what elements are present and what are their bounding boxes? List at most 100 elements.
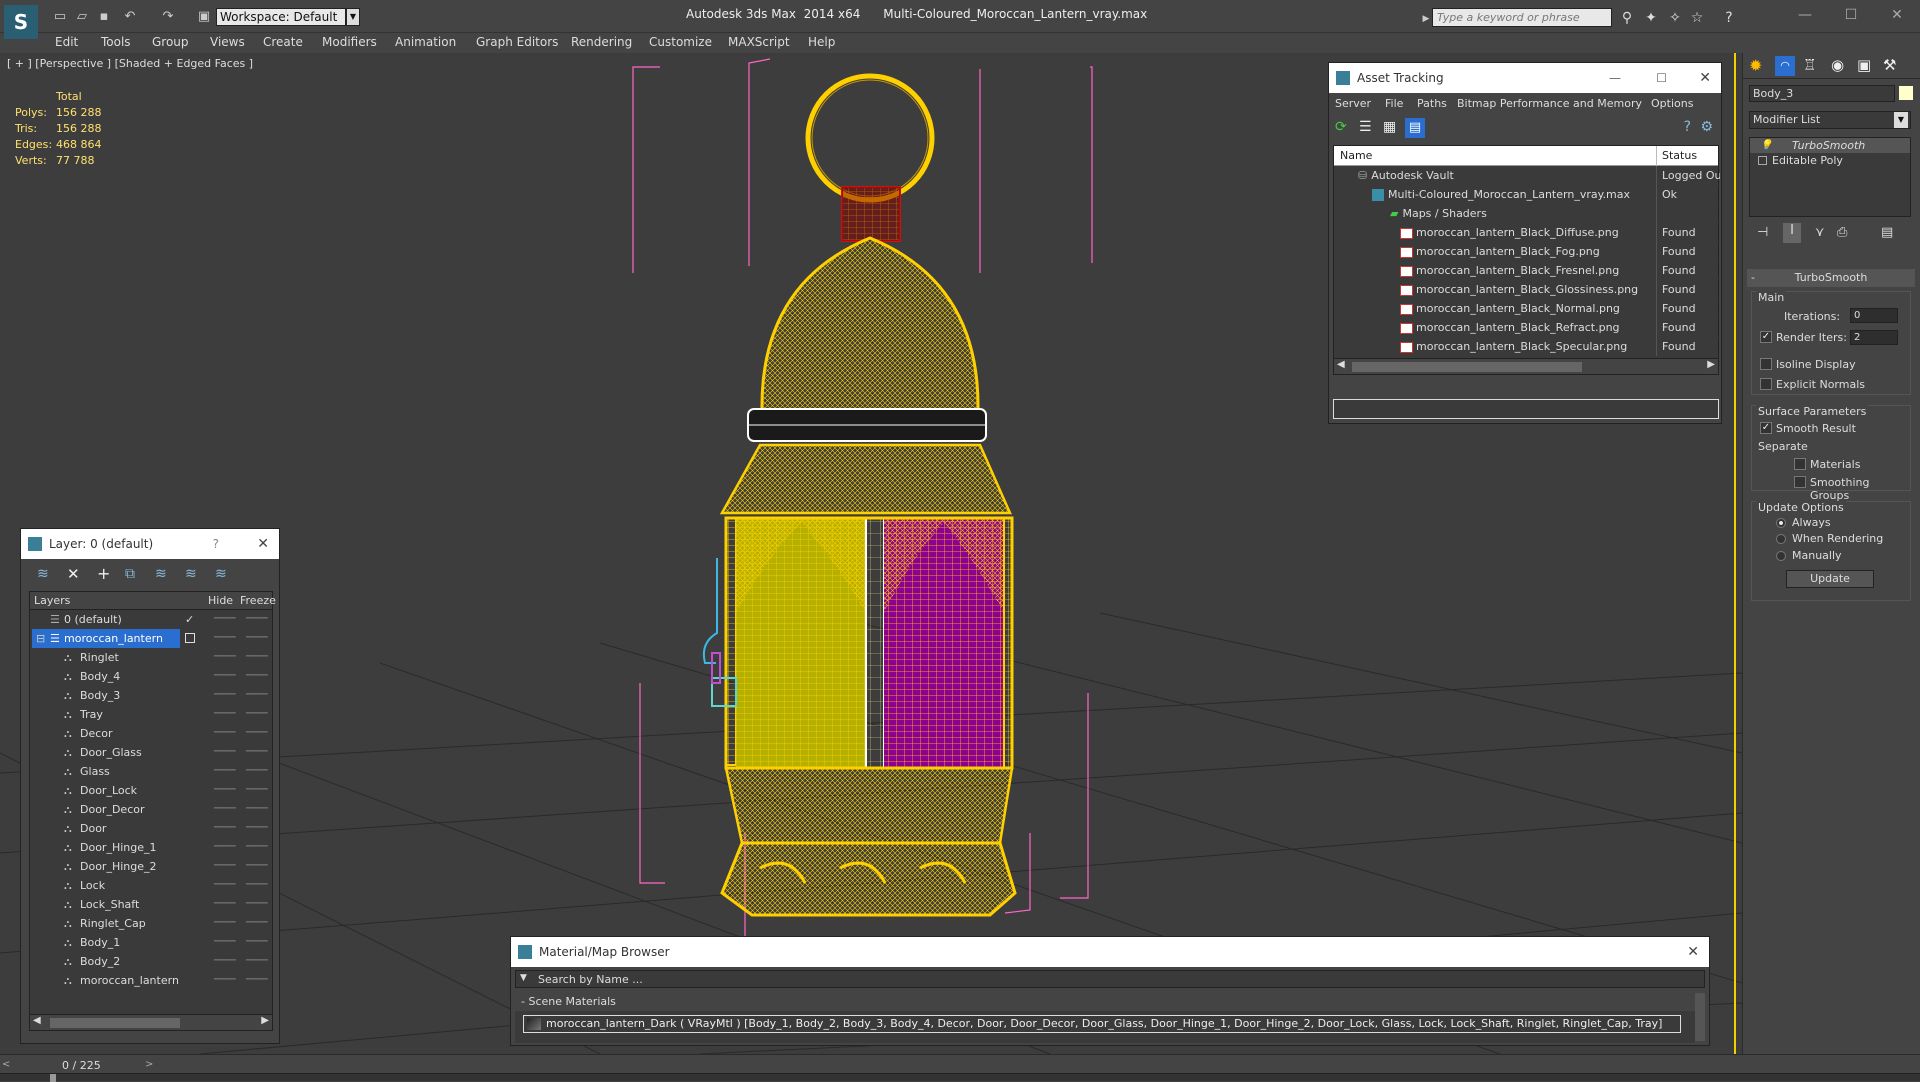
freeze-toggle[interactable]: ──── <box>246 914 268 933</box>
freeze-toggle[interactable]: ──── <box>246 819 268 838</box>
isoline-display-checkbox[interactable] <box>1760 358 1772 370</box>
menu-group[interactable]: Group <box>152 35 189 49</box>
freeze-toggle[interactable]: ──── <box>246 648 268 667</box>
layer-object-door-glass[interactable]: ⛬ Door_Glass ──── ──── <box>30 743 272 762</box>
freeze-toggle[interactable]: ──── <box>246 800 268 819</box>
time-slider-thumb[interactable] <box>50 1074 56 1082</box>
layer-h-scrollbar[interactable]: ◀ ▶ <box>30 1014 272 1030</box>
column-freeze[interactable]: Freeze <box>240 594 276 607</box>
layer-object-body-4[interactable]: ⛬ Body_4 ──── ──── <box>30 667 272 686</box>
freeze-toggle[interactable]: ──── <box>246 667 268 686</box>
layer-object-lock-shaft[interactable]: ⛬ Lock_Shaft ──── ──── <box>30 895 272 914</box>
freeze-toggle[interactable]: ──── <box>246 686 268 705</box>
menu-create[interactable]: Create <box>263 35 303 49</box>
prev-frame-icon[interactable]: < <box>2 1059 10 1070</box>
asset-tracking-header[interactable]: Asset Tracking — ☐ ✕ <box>1329 63 1721 93</box>
material-v-scrollbar[interactable] <box>1695 993 1705 1041</box>
freeze-toggle[interactable]: ──── <box>246 610 268 629</box>
freeze-toggle[interactable]: ──── <box>246 876 268 895</box>
new-file-icon[interactable]: ▭ <box>52 9 68 25</box>
undo-icon[interactable]: ↶ <box>122 9 138 25</box>
help-icon[interactable]: ? <box>1720 9 1738 27</box>
menu-rendering[interactable]: Rendering <box>571 35 632 49</box>
configure-sets-icon[interactable]: ▤ <box>1881 225 1893 240</box>
chevron-down-icon[interactable]: ▼ <box>1894 112 1908 128</box>
asset-h-scrollbar[interactable]: ◀ ▶ <box>1334 358 1718 374</box>
render-iters-spinner[interactable]: 2 <box>1850 330 1898 345</box>
pin-stack-icon[interactable]: ⊣ <box>1757 225 1768 240</box>
menu-help[interactable]: Help <box>808 35 835 49</box>
layer-object-lock[interactable]: ⛬ Lock ──── ──── <box>30 876 272 895</box>
hide-toggle[interactable]: ──── <box>214 705 236 724</box>
save-icon[interactable]: ▪ <box>96 9 112 25</box>
when-rendering-radio[interactable] <box>1776 534 1786 544</box>
freeze-toggle[interactable]: ──── <box>246 857 268 876</box>
freeze-toggle[interactable]: ──── <box>246 762 268 781</box>
menu-edit[interactable]: Edit <box>55 35 78 49</box>
table-view-icon[interactable]: ▤ <box>1405 118 1425 138</box>
minimize-icon[interactable]: — <box>1609 63 1621 93</box>
asset-menu-bitmap[interactable]: Bitmap Performance and Memory <box>1457 97 1642 110</box>
hide-toggle[interactable]: ──── <box>214 629 236 648</box>
freeze-all-icon[interactable]: ≋ <box>215 566 227 582</box>
render-iters-checkbox[interactable]: ✓ <box>1760 331 1772 343</box>
hide-toggle[interactable]: ──── <box>214 800 236 819</box>
layer-panel-header[interactable]: Layer: 0 (default) ? ✕ <box>21 529 279 559</box>
delete-layer-icon[interactable]: ✕ <box>67 565 80 583</box>
column-status[interactable]: Status <box>1656 146 1697 166</box>
asset-row[interactable]: moroccan_lantern_Black_Normal.png Found <box>1334 299 1720 318</box>
stack-item-editable-poly[interactable]: Editable Poly <box>1750 153 1910 168</box>
minimize-icon[interactable]: — <box>1790 5 1820 25</box>
hide-toggle[interactable]: ──── <box>214 819 236 838</box>
thumbnail-view-icon[interactable]: ▦ <box>1383 119 1396 135</box>
freeze-toggle[interactable]: ──── <box>246 629 268 648</box>
scroll-thumb[interactable] <box>1352 362 1582 372</box>
stack-item-turbosmooth[interactable]: 💡 TurboSmooth <box>1750 138 1910 153</box>
workspace-dropdown[interactable]: Workspace: Default <box>216 8 346 26</box>
turbosmooth-rollout-header[interactable]: - TurboSmooth <box>1747 269 1915 287</box>
project-folder-icon[interactable]: ▣ <box>196 9 212 25</box>
update-button[interactable]: Update <box>1786 570 1874 588</box>
lightbulb-icon[interactable]: 💡 <box>1760 138 1772 153</box>
viewport-label[interactable]: [ + ] [Perspective ] [Shaded + Edged Fac… <box>7 57 253 70</box>
menu-animation[interactable]: Animation <box>395 35 456 49</box>
expand-icon[interactable] <box>1758 156 1767 165</box>
motion-tab-icon[interactable]: ◉ <box>1831 56 1844 74</box>
object-name-field[interactable]: Body_3 <box>1749 85 1895 102</box>
hide-toggle[interactable]: ──── <box>214 933 236 952</box>
highlight-layer-icon[interactable]: ≋ <box>155 566 167 582</box>
menu-modifiers[interactable]: Modifiers <box>322 35 377 49</box>
subscription-icon[interactable]: ✧ <box>1666 9 1684 27</box>
layer-object-door-decor[interactable]: ⛬ Door_Decor ──── ──── <box>30 800 272 819</box>
scroll-left-icon[interactable]: ◀ <box>1337 359 1345 370</box>
hide-toggle[interactable]: ──── <box>214 667 236 686</box>
layer-object-ringlet[interactable]: ⛬ Ringlet ──── ──── <box>30 648 272 667</box>
hide-all-icon[interactable]: ≋ <box>185 566 197 582</box>
collapse-icon[interactable]: ⊟ <box>36 629 45 648</box>
freeze-toggle[interactable]: ──── <box>246 971 268 990</box>
menu-graph-editors[interactable]: Graph Editors <box>476 35 558 49</box>
menu-customize[interactable]: Customize <box>649 35 712 49</box>
hide-toggle[interactable]: ──── <box>214 686 236 705</box>
material-browser-header[interactable]: Material/Map Browser ✕ <box>511 937 1709 967</box>
scroll-right-icon[interactable]: ▶ <box>1707 359 1715 370</box>
layer-object-body-3[interactable]: ⛬ Body_3 ──── ──── <box>30 686 272 705</box>
hide-toggle[interactable]: ──── <box>214 952 236 971</box>
object-color-swatch[interactable] <box>1899 86 1913 100</box>
scroll-thumb[interactable] <box>50 1018 180 1028</box>
hide-toggle[interactable]: ──── <box>214 762 236 781</box>
hide-toggle[interactable]: ──── <box>214 857 236 876</box>
close-icon[interactable]: ✕ <box>1882 5 1912 25</box>
new-layer-icon[interactable]: ≋ <box>37 566 49 582</box>
asset-menu-file[interactable]: File <box>1385 97 1403 110</box>
search-input[interactable]: Type a keyword or phrase <box>1432 8 1612 27</box>
asset-row[interactable]: ⛁ Autodesk Vault Logged Ou <box>1334 166 1720 185</box>
close-icon[interactable]: ✕ <box>257 529 269 559</box>
asset-row[interactable]: moroccan_lantern_Black_Diffuse.png Found <box>1334 223 1720 242</box>
layer-object-door-lock[interactable]: ⛬ Door_Lock ──── ──── <box>30 781 272 800</box>
hierarchy-tab-icon[interactable]: ♖ <box>1803 56 1816 74</box>
layer-object-glass[interactable]: ⛬ Glass ──── ──── <box>30 762 272 781</box>
freeze-toggle[interactable]: ──── <box>246 933 268 952</box>
asset-menu-options[interactable]: Options <box>1651 97 1693 110</box>
layer-object-door-hinge-1[interactable]: ⛬ Door_Hinge_1 ──── ──── <box>30 838 272 857</box>
